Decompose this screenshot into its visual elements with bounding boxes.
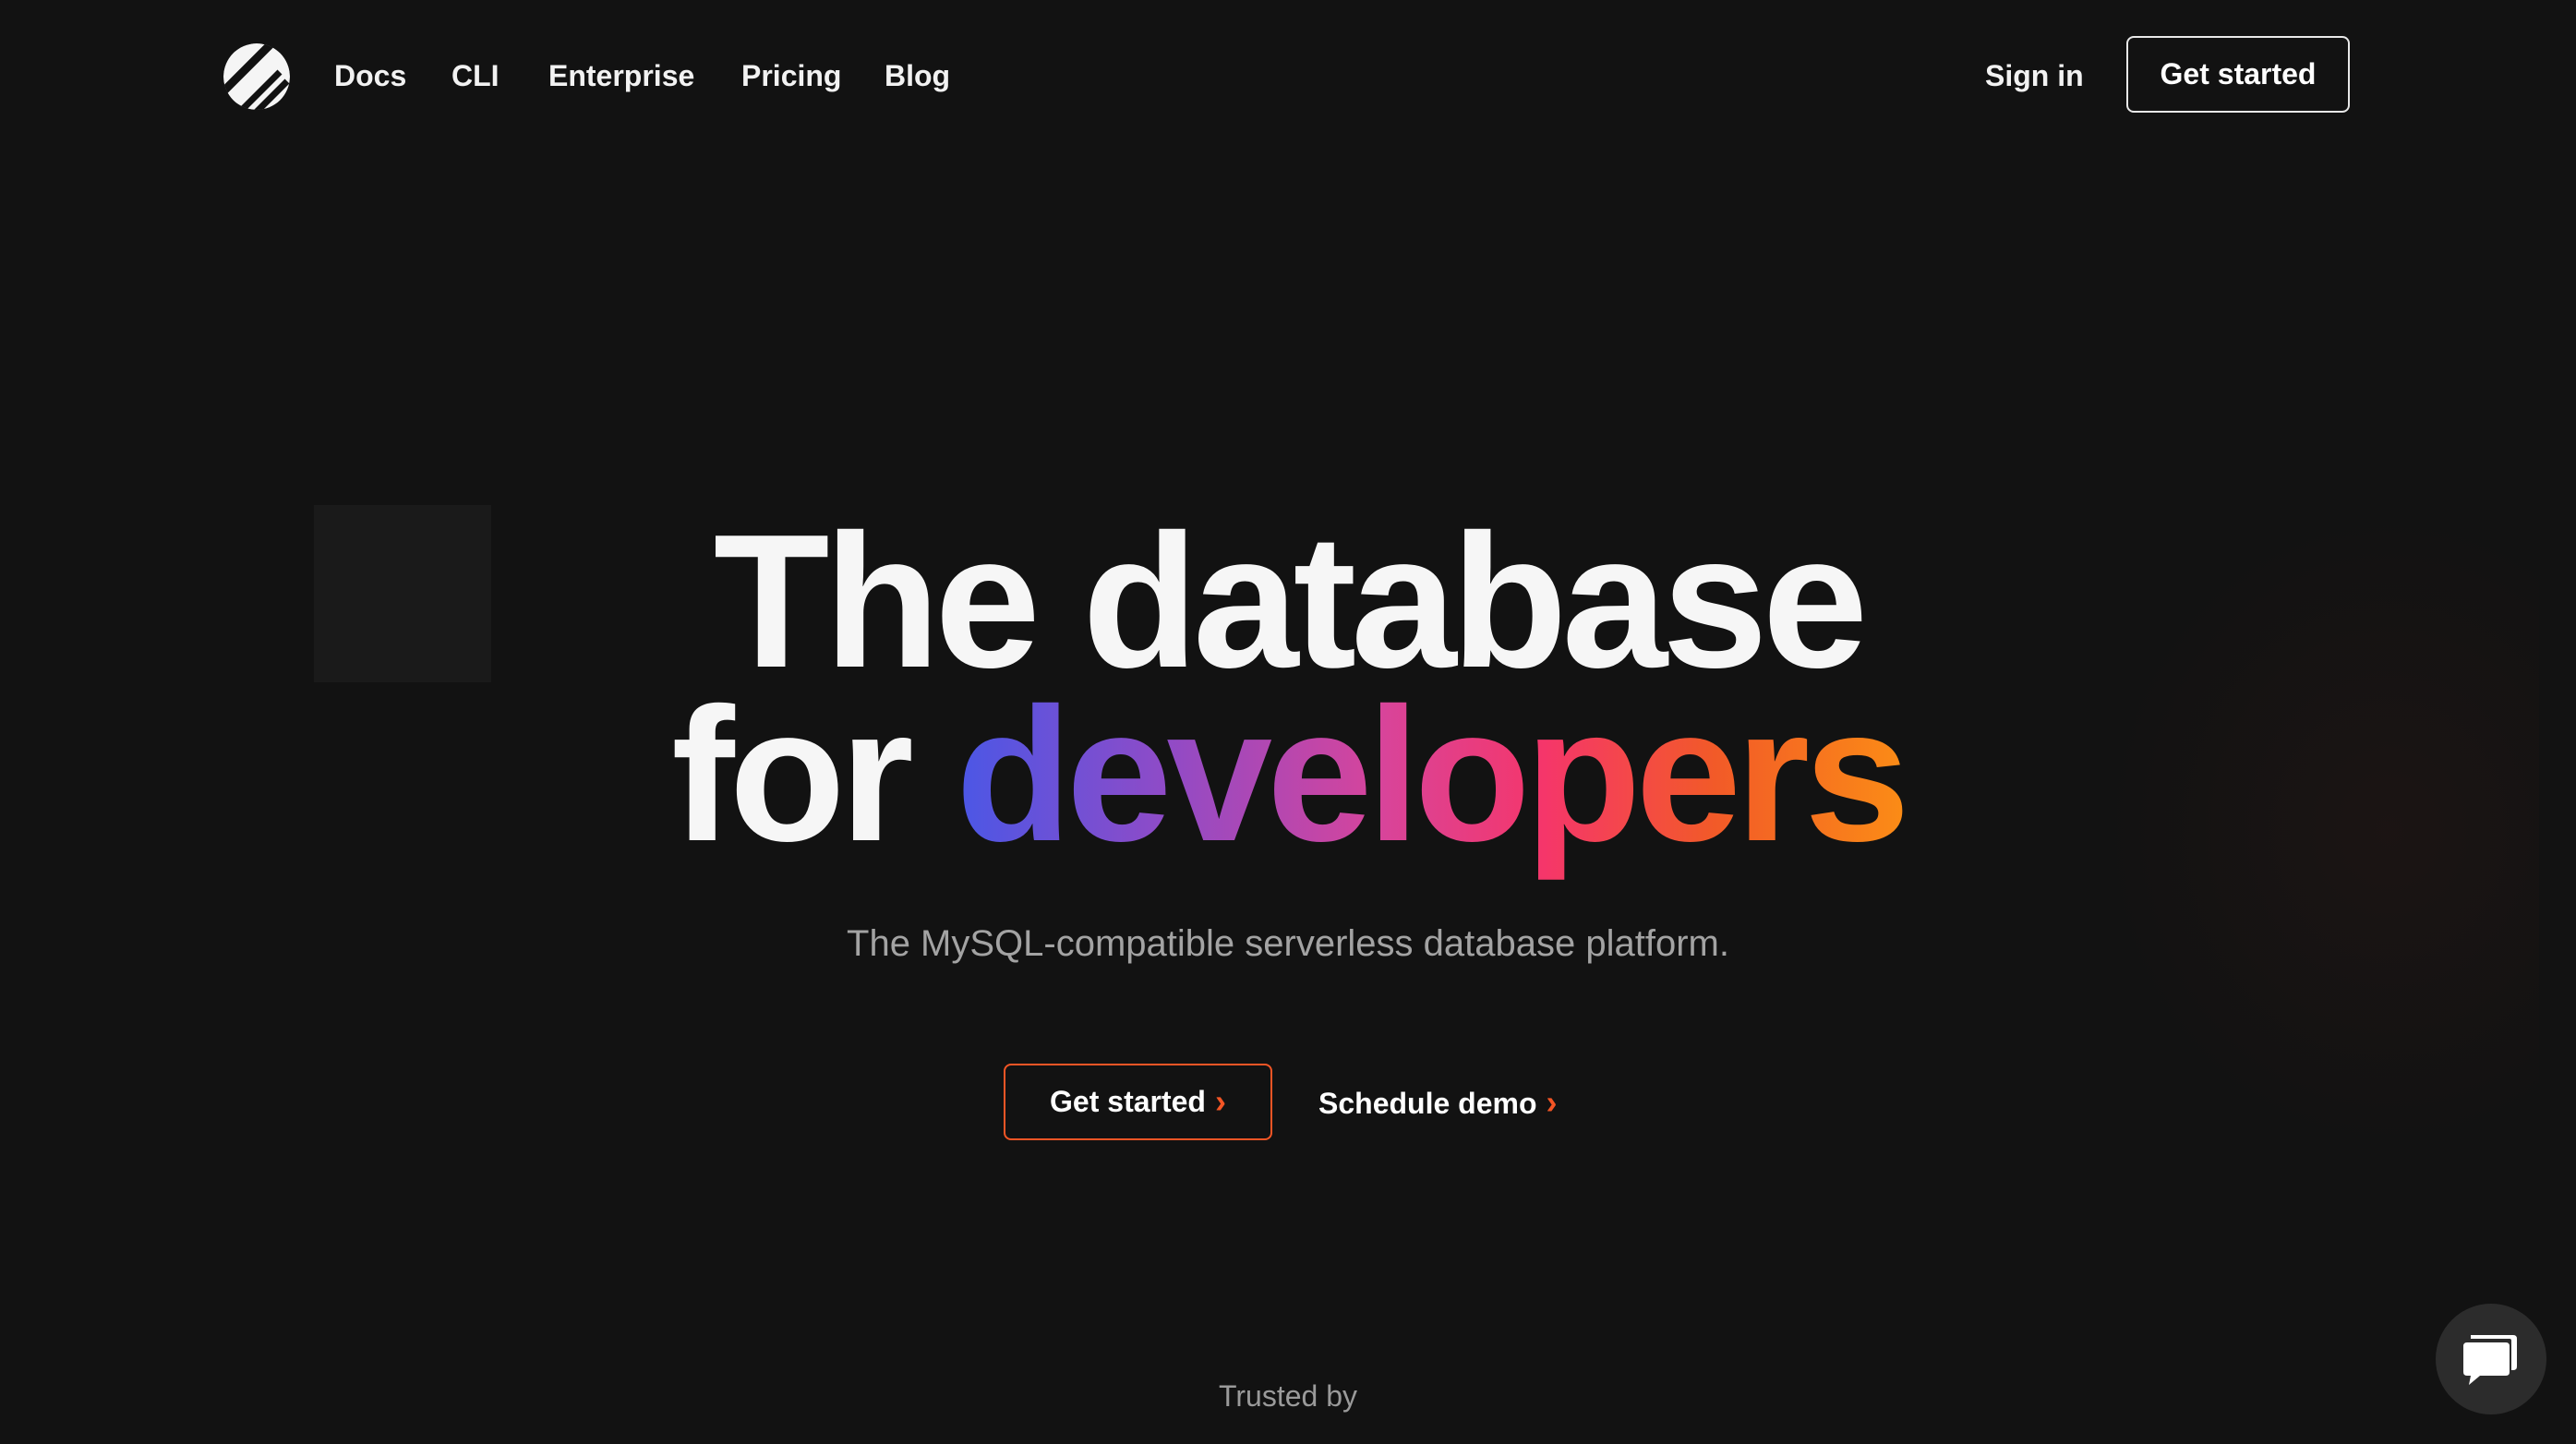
hero-get-started-label: Get started [1050,1085,1206,1118]
chat-bubble-icon [2463,1335,2517,1385]
nav-link-enterprise[interactable]: Enterprise [548,52,694,100]
page: Docs CLI Enterprise Pricing Blog Sign in… [0,0,2576,1444]
nav-link-pricing[interactable]: Pricing [741,52,841,100]
nav-link-docs[interactable]: Docs [334,52,406,100]
top-navigation: Docs CLI Enterprise Pricing Blog Sign in… [0,0,2576,151]
planetscale-logo-icon[interactable] [223,42,291,111]
chat-widget-button[interactable] [2436,1304,2546,1414]
headline-highlight-word: developers [956,668,1910,881]
nav-link-cli[interactable]: CLI [451,52,500,100]
hero-get-started-button[interactable]: Get started › [1004,1064,1272,1140]
hero-section: The database for developers The MySQL-co… [0,0,2576,1444]
nav-get-started-button[interactable]: Get started [2126,36,2350,113]
headline-prefix: for [671,668,957,881]
chevron-right-icon: › [1546,1083,1558,1121]
schedule-demo-label: Schedule demo [1318,1086,1537,1120]
nav-link-blog[interactable]: Blog [885,52,950,100]
headline-line-2: for developers [0,680,2576,870]
sign-in-link[interactable]: Sign in [1985,52,2084,100]
chevron-right-icon: › [1214,1081,1226,1120]
schedule-demo-link[interactable]: Schedule demo › [1318,1080,1558,1126]
hero-subtitle: The MySQL-compatible serverless database… [847,923,1729,964]
trusted-by-label: Trusted by [1219,1379,1357,1413]
